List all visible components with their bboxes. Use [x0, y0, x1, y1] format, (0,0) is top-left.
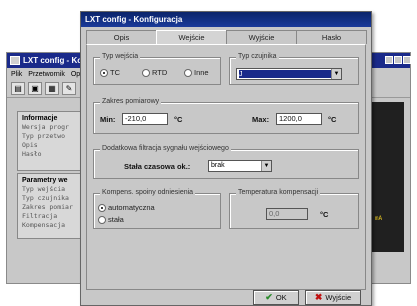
- radio-dot[interactable]: [98, 215, 106, 224]
- radio-tc[interactable]: TC: [100, 68, 120, 77]
- compensation-legend: Kompens. spoiny odniesienia: [100, 189, 196, 196]
- chevron-down-icon[interactable]: ▼: [261, 161, 271, 171]
- radio-tc-label: TC: [110, 68, 120, 77]
- ok-button[interactable]: ✔ OK: [253, 290, 299, 305]
- filter-legend: Dodatkowa filtracja sygnału wejściowego: [100, 145, 231, 152]
- tab-wyjscie[interactable]: Wyjście: [226, 30, 297, 44]
- print-icon[interactable]: ▦: [45, 82, 59, 95]
- comp-temp-legend: Temperatura kompensacji: [236, 189, 321, 196]
- range-group: Zakres pomiarowy Min: -210,0 °C Max: 120…: [93, 98, 359, 134]
- radio-inne[interactable]: Inne: [184, 68, 209, 77]
- maximize-button[interactable]: [394, 56, 402, 64]
- tab-haslo[interactable]: Hasło: [296, 30, 367, 44]
- min-unit: °C: [174, 115, 183, 124]
- range-legend: Zakres pomiarowy: [100, 98, 162, 105]
- filter-label: Stała czasowa ok.:: [124, 162, 191, 171]
- radio-rtd-label: RTD: [152, 68, 168, 77]
- close-icon: ✖: [314, 292, 323, 302]
- filter-select[interactable]: brak ▼: [208, 160, 272, 172]
- radio-stala-label: stała: [108, 215, 124, 224]
- min-label: Min:: [100, 115, 116, 124]
- tab-strip: Opis Wejście Wyjście Hasło: [86, 30, 367, 45]
- max-input[interactable]: 1200,0: [276, 113, 322, 125]
- menu-item-opcje[interactable]: Op: [71, 71, 80, 78]
- close-button[interactable]: [403, 56, 411, 64]
- max-label: Max:: [252, 115, 270, 124]
- ok-label: OK: [275, 293, 287, 302]
- min-input[interactable]: -210,0: [122, 113, 168, 125]
- filter-value: brak: [211, 162, 225, 169]
- max-unit: °C: [328, 115, 337, 124]
- sensor-type-select[interactable]: J ▼: [236, 68, 342, 80]
- tab-opis[interactable]: Opis: [86, 30, 157, 44]
- input-type-legend: Typ wejścia: [100, 53, 141, 60]
- cancel-label: Wyjście: [325, 293, 352, 302]
- radio-inne-label: Inne: [194, 68, 209, 77]
- dialog-title: LXT config - Konfiguracja: [85, 15, 183, 24]
- radio-dot[interactable]: [184, 68, 192, 77]
- comp-temp-input[interactable]: 0,0: [266, 208, 308, 220]
- sensor-type-legend: Typ czujnika: [236, 53, 279, 60]
- menu-item-plik[interactable]: Plik: [11, 71, 22, 78]
- menu-item-przetwornik[interactable]: Przetwornik: [28, 71, 65, 78]
- radio-stala[interactable]: stała: [98, 215, 124, 224]
- sensor-type-group: Typ czujnika J ▼: [229, 53, 359, 85]
- minimize-button[interactable]: [385, 56, 393, 64]
- radio-rtd[interactable]: RTD: [142, 68, 167, 77]
- compensation-group: Kompens. spoiny odniesienia automatyczna…: [93, 189, 221, 229]
- comp-temp-unit: °C: [320, 210, 329, 219]
- open-icon[interactable]: ▤: [11, 82, 25, 95]
- radio-dot-selected[interactable]: [98, 203, 106, 212]
- radio-automatyczna-label: automatyczna: [108, 203, 155, 212]
- sensor-type-value: J: [239, 70, 331, 78]
- radio-automatyczna[interactable]: automatyczna: [98, 203, 155, 212]
- config-dialog: LXT config - Konfiguracja Opis Wejście W…: [80, 11, 372, 306]
- app-icon: [10, 56, 20, 65]
- save-icon[interactable]: ▣: [28, 82, 42, 95]
- check-icon: ✔: [265, 292, 273, 302]
- edit-icon[interactable]: ✎: [62, 82, 76, 95]
- input-type-group: Typ wejścia TC RTD Inne: [93, 53, 221, 85]
- radio-dot-selected[interactable]: [100, 68, 108, 77]
- cancel-button[interactable]: ✖ Wyjście: [305, 290, 361, 305]
- filter-group: Dodatkowa filtracja sygnału wejściowego …: [93, 145, 359, 179]
- chevron-down-icon[interactable]: ▼: [331, 69, 341, 79]
- comp-temp-group: Temperatura kompensacji 0,0 °C: [229, 189, 359, 229]
- radio-dot[interactable]: [142, 68, 150, 77]
- background-window-controls: [385, 56, 411, 64]
- tab-pane-wejscie: Typ wejścia TC RTD Inne Typ czujnika J ▼: [86, 44, 366, 290]
- dialog-title-bar: LXT config - Konfiguracja: [81, 12, 371, 27]
- tab-wejscie[interactable]: Wejście: [156, 30, 227, 45]
